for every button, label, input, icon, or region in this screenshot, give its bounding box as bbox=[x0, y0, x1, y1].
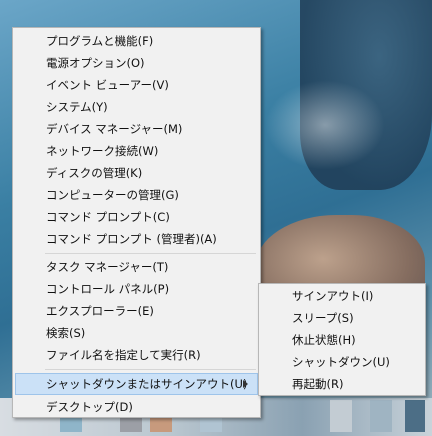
menu-item-label: シャットダウンまたはサインアウト(U) bbox=[46, 377, 248, 391]
menu-item-command-prompt[interactable]: コマンド プロンプト(C) bbox=[13, 206, 260, 228]
menu-item-search[interactable]: 検索(S) bbox=[13, 322, 260, 344]
menu-item-control-panel[interactable]: コントロール パネル(P) bbox=[13, 278, 260, 300]
menu-item-system[interactable]: システム(Y) bbox=[13, 96, 260, 118]
submenu-item-hibernate[interactable]: 休止状態(H) bbox=[259, 329, 425, 351]
menu-item-programs-and-features[interactable]: プログラムと機能(F) bbox=[13, 30, 260, 52]
menu-item-desktop[interactable]: デスクトップ(D) bbox=[13, 396, 260, 418]
submenu-item-shut-down[interactable]: シャットダウン(U) bbox=[259, 351, 425, 373]
taskbar-icon[interactable] bbox=[405, 400, 425, 432]
menu-item-shutdown-or-signout[interactable]: シャットダウンまたはサインアウト(U) bbox=[15, 373, 258, 395]
menu-item-disk-management[interactable]: ディスクの管理(K) bbox=[13, 162, 260, 184]
menu-separator bbox=[45, 369, 256, 370]
menu-item-network-connections[interactable]: ネットワーク接続(W) bbox=[13, 140, 260, 162]
menu-item-computer-management[interactable]: コンピューターの管理(G) bbox=[13, 184, 260, 206]
quick-link-menu: プログラムと機能(F) 電源オプション(O) イベント ビューアー(V) システ… bbox=[12, 27, 261, 418]
submenu-arrow-icon bbox=[243, 380, 248, 388]
menu-item-file-explorer[interactable]: エクスプローラー(E) bbox=[13, 300, 260, 322]
taskbar-icon[interactable] bbox=[370, 400, 392, 432]
menu-item-command-prompt-admin[interactable]: コマンド プロンプト (管理者)(A) bbox=[13, 228, 260, 250]
menu-item-task-manager[interactable]: タスク マネージャー(T) bbox=[13, 256, 260, 278]
submenu-item-sleep[interactable]: スリープ(S) bbox=[259, 307, 425, 329]
desktop-background-foam bbox=[265, 80, 385, 170]
menu-item-event-viewer[interactable]: イベント ビューアー(V) bbox=[13, 74, 260, 96]
taskbar-icon[interactable] bbox=[330, 400, 352, 432]
submenu-item-restart[interactable]: 再起動(R) bbox=[259, 373, 425, 395]
shutdown-submenu: サインアウト(I) スリープ(S) 休止状態(H) シャットダウン(U) 再起動… bbox=[258, 283, 426, 396]
menu-item-device-manager[interactable]: デバイス マネージャー(M) bbox=[13, 118, 260, 140]
menu-item-run[interactable]: ファイル名を指定して実行(R) bbox=[13, 344, 260, 366]
menu-item-power-options[interactable]: 電源オプション(O) bbox=[13, 52, 260, 74]
menu-separator bbox=[45, 253, 256, 254]
submenu-item-sign-out[interactable]: サインアウト(I) bbox=[259, 285, 425, 307]
